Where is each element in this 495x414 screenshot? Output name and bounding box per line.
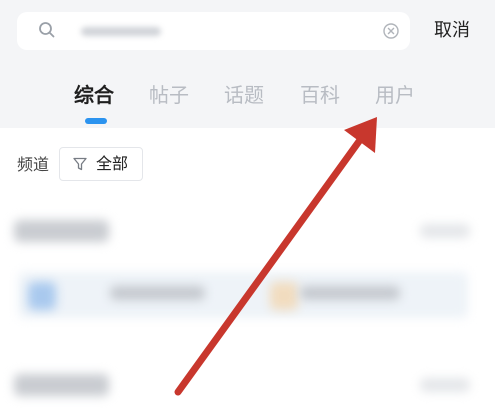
blurred-card-icon (28, 282, 56, 310)
clear-icon[interactable] (382, 22, 400, 40)
blurred-card-text (110, 286, 205, 300)
search-icon (39, 22, 55, 38)
result-tabs: 综合 帖子 话题 百科 用户 (0, 78, 495, 118)
tab-topics[interactable]: 话题 (224, 78, 264, 112)
tab-users[interactable]: 用户 (375, 78, 415, 112)
blurred-heading-2 (14, 374, 109, 396)
blurred-more-link (420, 224, 470, 238)
search-box[interactable] (17, 12, 410, 50)
tab-encyclopedia[interactable]: 百科 (300, 78, 340, 112)
tab-posts[interactable]: 帖子 (149, 78, 189, 112)
blurred-search-query (81, 27, 161, 36)
blurred-more-link-2 (420, 378, 470, 392)
channel-filter-chip[interactable]: 全部 (59, 147, 143, 181)
blurred-card-row (18, 272, 468, 318)
search-results-screen: 取消 综合 帖子 话题 百科 用户 频道 全部 (0, 0, 495, 414)
tab-all[interactable]: 综合 (74, 78, 114, 112)
blurred-results (0, 200, 495, 414)
active-tab-indicator (85, 118, 107, 124)
funnel-icon (73, 157, 87, 171)
cancel-button[interactable]: 取消 (434, 18, 470, 44)
blurred-card-text-2 (300, 286, 400, 300)
channel-filter-label: 全部 (96, 154, 129, 173)
channel-label: 频道 (17, 155, 50, 174)
blurred-heading (14, 220, 109, 242)
blurred-card-icon-2 (270, 282, 298, 310)
search-header: 取消 综合 帖子 话题 百科 用户 (0, 0, 495, 128)
